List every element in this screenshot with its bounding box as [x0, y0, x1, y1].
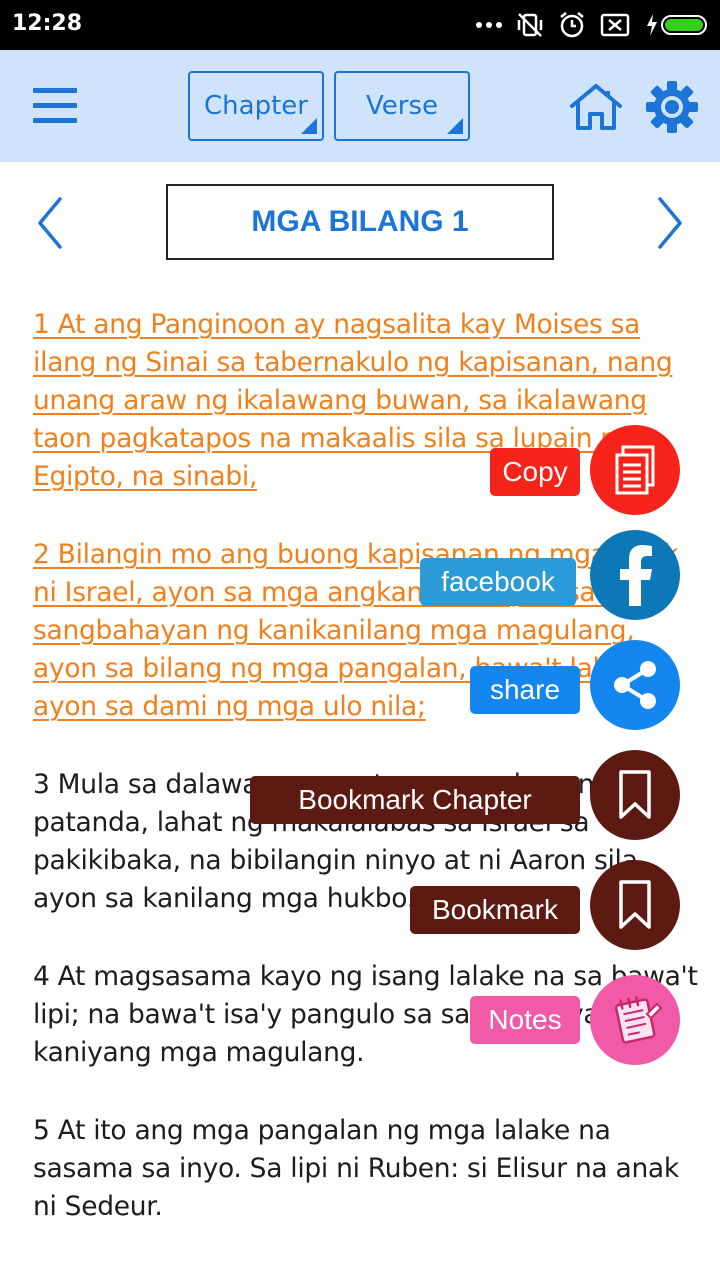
chapter-title: MGA BILANG 1 [251, 205, 469, 238]
chevron-right-icon [658, 197, 682, 249]
notes-label[interactable]: Notes [470, 996, 580, 1044]
home-icon [570, 84, 622, 130]
home-button[interactable] [568, 82, 624, 132]
share-label[interactable]: share [470, 666, 580, 714]
battery-charging-icon [647, 14, 707, 36]
verse-dropdown[interactable]: Verse [334, 71, 470, 141]
chevron-left-icon [38, 197, 62, 249]
status-time: 12:28 [12, 11, 83, 36]
copy-label[interactable]: Copy [490, 448, 580, 496]
bookmark-icon [619, 880, 651, 929]
dropdown-corner-icon [301, 118, 317, 134]
notes-icon [614, 995, 663, 1044]
chapter-dropdown[interactable]: Chapter [188, 71, 324, 141]
bookmark-button[interactable] [590, 860, 680, 950]
menu-icon-bar [33, 103, 77, 108]
previous-chapter-button[interactable] [30, 193, 70, 253]
facebook-label[interactable]: facebook [420, 558, 576, 606]
no-sim-icon [600, 13, 630, 37]
status-bar: 12:28 [0, 0, 720, 50]
verse-5[interactable]: 5 At ito ang mga pangalan ng mga lalake … [33, 1112, 703, 1226]
next-chapter-button[interactable] [650, 193, 690, 253]
notes-button[interactable] [590, 975, 680, 1065]
settings-button[interactable] [645, 80, 699, 134]
gear-icon [646, 81, 698, 133]
dropdown-corner-icon [447, 118, 463, 134]
facebook-icon [620, 545, 652, 606]
bookmark-icon [619, 770, 651, 819]
menu-icon [33, 88, 77, 93]
bookmark-label[interactable]: Bookmark [410, 886, 580, 934]
bookmark-chapter-label[interactable]: Bookmark Chapter [250, 776, 580, 824]
bookmark-chapter-button[interactable] [590, 750, 680, 840]
vibrate-mute-icon [517, 13, 543, 37]
share-icon [614, 661, 656, 709]
menu-icon-bar [33, 118, 77, 123]
chapter-dropdown-label: Chapter [204, 91, 308, 121]
facebook-button[interactable] [590, 530, 680, 620]
copy-button[interactable] [590, 425, 680, 515]
more-dots-icon [476, 22, 502, 28]
share-button[interactable] [590, 640, 680, 730]
menu-button[interactable] [30, 86, 80, 126]
alarm-icon [560, 12, 584, 38]
verse-dropdown-label: Verse [366, 91, 438, 121]
copy-icon [615, 445, 655, 495]
app-toolbar: Chapter Verse [0, 50, 720, 162]
chapter-title-box[interactable]: MGA BILANG 1 [166, 184, 554, 260]
status-icons [476, 8, 710, 42]
